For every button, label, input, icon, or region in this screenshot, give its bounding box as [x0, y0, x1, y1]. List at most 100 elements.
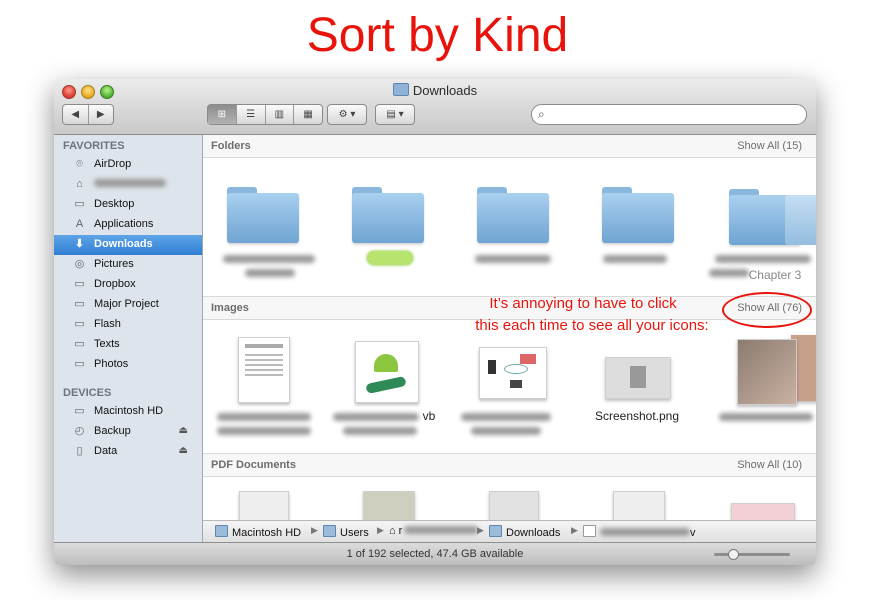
section-title: Images: [211, 302, 249, 314]
status-bar: 1 of 192 selected, 47.4 GB available: [54, 542, 816, 565]
redacted-text: [715, 255, 811, 263]
sidebar-item-backup[interactable]: ◴ Backup ⏏: [54, 422, 202, 442]
chevron-right-icon: ▶: [477, 525, 484, 535]
redacted-text: [719, 413, 813, 421]
image-thumbnail-android[interactable]: [355, 341, 419, 403]
sidebar-item-applications[interactable]: A Applications: [54, 215, 202, 235]
redacted-text: [94, 179, 166, 187]
slider-knob[interactable]: [728, 549, 739, 560]
redacted-text: [461, 413, 551, 421]
show-all-folders-link[interactable]: Show All (15): [737, 140, 802, 152]
folder-caption: Chapter 3: [748, 268, 802, 282]
chevron-right-icon: ▶: [571, 525, 578, 535]
path-item-home[interactable]: ⌂ r: [389, 525, 479, 537]
desktop-icon: ▭: [74, 198, 85, 210]
sidebar-item-major-project[interactable]: ▭ Major Project: [54, 295, 202, 315]
toolbar: Downloads ◀ ▶ ⊞ ☰ ▥ ▦ ⚙ ▾ ▤ ▾ ⌕: [54, 79, 816, 135]
folder-icon: ▭: [74, 358, 85, 370]
sidebar-item-photos[interactable]: ▭ Photos: [54, 355, 202, 375]
image-thumbnail-screenshot[interactable]: [605, 357, 671, 399]
redacted-text: [404, 526, 479, 534]
annotation-line-2: this each time to see all your icons:: [475, 317, 709, 334]
drive-icon: ▯: [76, 445, 83, 457]
sidebar: FAVORITES ⌾ AirDrop ⌂ ▭ Desktop A Applicati…: [54, 135, 203, 542]
color-label-green: [367, 251, 413, 265]
show-all-pdf-link[interactable]: Show All (10): [737, 459, 802, 471]
list-view-button[interactable]: ☰: [237, 105, 266, 124]
image-thumbnail-document[interactable]: [238, 337, 290, 403]
status-text: 1 of 192 selected, 47.4 GB available: [346, 548, 524, 560]
devices-header: DEVICES: [63, 387, 112, 399]
search-icon: ⌕: [538, 107, 545, 121]
sidebar-item-home[interactable]: ⌂: [54, 175, 202, 195]
sidebar-item-downloads[interactable]: ⬇ Downloads: [54, 235, 202, 255]
image-caption: Screenshot.png: [594, 409, 680, 423]
forward-button[interactable]: ▶: [89, 109, 114, 120]
path-item-users[interactable]: Users: [323, 525, 369, 539]
section-title: Folders: [211, 140, 251, 152]
folder-item[interactable]: [602, 187, 674, 243]
icon-view-button[interactable]: ⊞: [208, 105, 237, 124]
file-browser: Folders Show All (15) Chapter 3 Images S…: [203, 135, 816, 542]
redacted-text: [475, 255, 551, 263]
folder-icon: [392, 83, 409, 96]
redacted-text: [333, 413, 419, 421]
pictures-icon: ◎: [74, 258, 85, 270]
window-title-text: Downloads: [412, 83, 478, 98]
icon-size-slider[interactable]: [714, 549, 790, 560]
arrange-icon: ▤ ▾: [386, 109, 404, 120]
sidebar-item-texts[interactable]: ▭ Texts: [54, 335, 202, 355]
redacted-text: [245, 269, 295, 277]
folder-icon: ▭: [74, 318, 85, 330]
applications-icon: A: [75, 218, 84, 230]
folder-icon: ▭: [74, 278, 85, 290]
coverflow-view-button[interactable]: ▦: [294, 105, 322, 124]
search-input[interactable]: [554, 107, 798, 123]
folder-icon: [489, 525, 502, 537]
redacted-text: [217, 427, 311, 435]
image-thumbnail-diagram[interactable]: [479, 347, 547, 399]
folder-item[interactable]: [352, 187, 424, 243]
image-caption: vb: [422, 409, 436, 423]
folder-item[interactable]: [477, 187, 549, 243]
eject-icon[interactable]: ⏏: [179, 425, 188, 436]
sidebar-item-desktop[interactable]: ▭ Desktop: [54, 195, 202, 215]
eject-icon[interactable]: ⏏: [179, 445, 188, 456]
section-title: PDF Documents: [211, 459, 296, 471]
section-header-folders: Folders Show All (15): [203, 135, 816, 158]
path-item-file[interactable]: v: [583, 525, 696, 539]
sidebar-item-airdrop[interactable]: ⌾ AirDrop: [54, 155, 202, 175]
redacted-text: [709, 269, 749, 277]
folder-icon: [323, 525, 336, 537]
folder-item-partial[interactable]: [785, 195, 816, 245]
back-button[interactable]: ◀: [63, 109, 88, 120]
favorites-header: FAVORITES: [63, 140, 125, 152]
annotation-line-1: It’s annoying to have to click: [489, 295, 677, 312]
sidebar-item-pictures[interactable]: ◎ Pictures: [54, 255, 202, 275]
path-item-downloads[interactable]: Downloads: [489, 525, 560, 539]
sidebar-item-macintosh-hd[interactable]: ▭ Macintosh HD: [54, 402, 202, 422]
section-header-pdf: PDF Documents Show All (10): [203, 453, 816, 477]
redacted-text: [603, 255, 667, 263]
sidebar-item-data[interactable]: ▯ Data ⏏: [54, 442, 202, 462]
image-thumbnail-photo[interactable]: [737, 339, 797, 405]
sidebar-item-dropbox[interactable]: ▭ Dropbox: [54, 275, 202, 295]
gear-icon: ⚙ ▾: [338, 109, 356, 120]
column-view-button[interactable]: ▥: [266, 105, 295, 124]
sidebar-item-flash[interactable]: ▭ Flash: [54, 315, 202, 335]
headline: Sort by Kind: [306, 9, 569, 62]
home-icon: ⌂: [389, 525, 396, 537]
hard-drive-icon: [215, 525, 228, 537]
view-mode-buttons: ⊞ ☰ ▥ ▦: [207, 104, 323, 125]
annotation-circle: [722, 292, 812, 328]
arrange-menu-button[interactable]: ▤ ▾: [375, 104, 415, 125]
redacted-text: [343, 427, 417, 435]
time-machine-icon: ◴: [74, 425, 85, 437]
folder-item[interactable]: [227, 187, 299, 243]
path-item-macintosh-hd[interactable]: Macintosh HD: [215, 525, 301, 539]
search-field[interactable]: ⌕: [531, 104, 807, 125]
action-menu-button[interactable]: ⚙ ▾: [327, 104, 367, 125]
chevron-right-icon: ▶: [311, 525, 318, 535]
window-title: Downloads: [54, 83, 816, 98]
chevron-right-icon: ▶: [377, 525, 384, 535]
